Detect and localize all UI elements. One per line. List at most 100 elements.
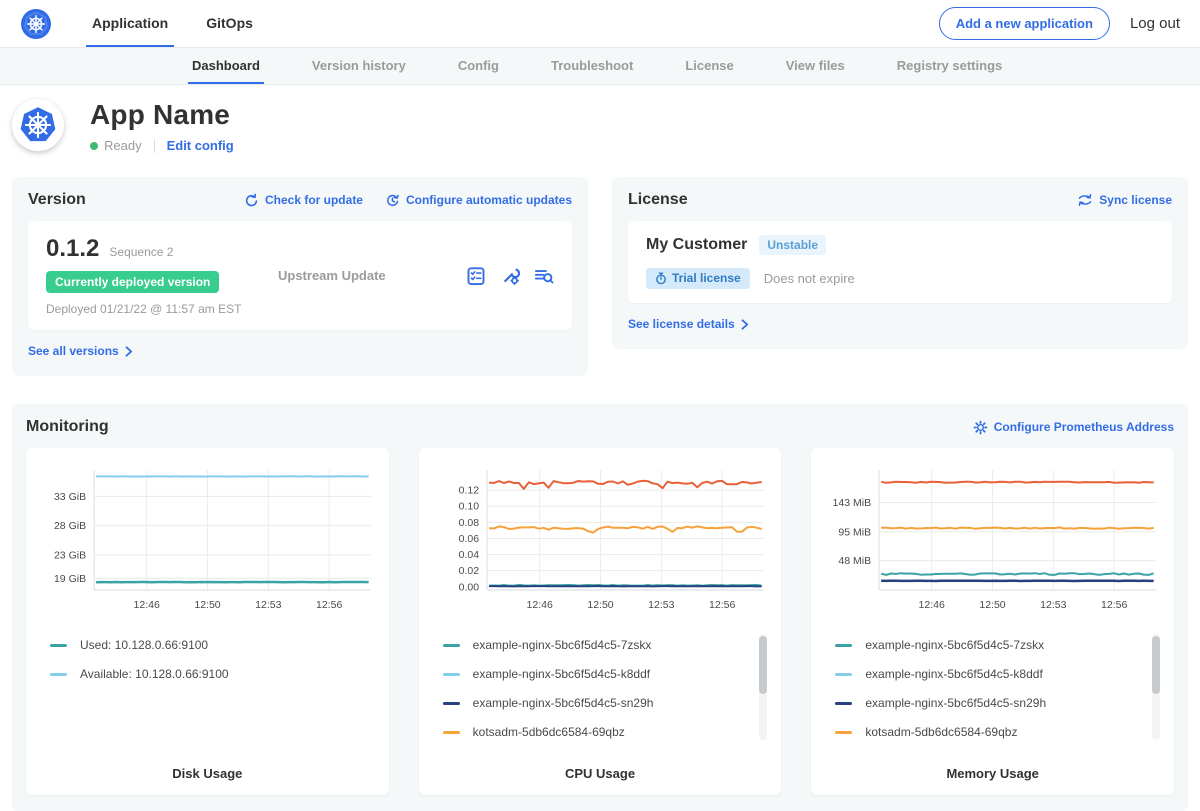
app-header: App Name Ready Edit config	[0, 85, 1200, 177]
legend-scrollbar-thumb[interactable]	[759, 636, 767, 694]
ready-status-dot	[90, 142, 98, 150]
legend-series-dash	[443, 673, 460, 676]
memory-usage-title: Memory Usage	[823, 766, 1162, 781]
subnav-tab-registry-settings[interactable]: Registry settings	[893, 48, 1006, 84]
svg-text:0.12: 0.12	[458, 485, 479, 497]
svg-text:0.00: 0.00	[458, 581, 479, 593]
license-card-title: License	[628, 191, 688, 209]
current-version-panel: 0.1.2 Sequence 2 Currently deployed vers…	[28, 221, 572, 330]
svg-text:12:53: 12:53	[648, 599, 674, 611]
monitoring-card: Monitoring Configure Prometheus Address …	[12, 404, 1188, 811]
logout-button[interactable]: Log out	[1130, 15, 1180, 32]
legend-series-label: example-nginx-5bc6f5d4c5-sn29h	[473, 696, 654, 710]
subnav-tab-troubleshoot[interactable]: Troubleshoot	[547, 48, 637, 84]
license-panel: My Customer Unstable Trial license Does …	[628, 221, 1172, 303]
svg-text:12:46: 12:46	[134, 599, 160, 611]
disk-usage-chart: 19 GiB23 GiB28 GiB33 GiB12:4612:5012:531…	[38, 462, 377, 620]
disk-usage-panel: 19 GiB23 GiB28 GiB33 GiB12:4612:5012:531…	[26, 448, 389, 795]
svg-text:0.04: 0.04	[458, 549, 479, 561]
legend-series-dash	[835, 702, 852, 705]
chevron-right-icon	[741, 319, 749, 330]
see-license-details-link[interactable]: See license details	[628, 317, 749, 331]
view-files-diff-icon[interactable]	[534, 266, 554, 286]
subnav-tab-dashboard[interactable]: Dashboard	[188, 48, 264, 84]
top-tab-application[interactable]: Application	[86, 0, 174, 47]
cpu-usage-chart: 0.000.020.040.060.080.100.1212:4612:5012…	[431, 462, 770, 620]
topnav-right: Add a new application Log out	[939, 0, 1180, 47]
legend-series-label: kotsadm-5db6dc6584-69qbz	[865, 725, 1017, 739]
legend-series-label: kotsadm-5db6dc6584-69qbz	[473, 725, 625, 739]
svg-text:0.08: 0.08	[458, 517, 479, 529]
summary-cards-row: Version Check for update	[0, 177, 1200, 376]
sync-license-link[interactable]: Sync license	[1077, 193, 1172, 207]
see-all-versions-link[interactable]: See all versions	[28, 344, 133, 358]
svg-text:0.02: 0.02	[458, 565, 479, 577]
legend-item: Used: 10.128.0.66:9100	[50, 638, 357, 652]
svg-text:12:50: 12:50	[194, 599, 220, 611]
svg-text:12:46: 12:46	[919, 599, 945, 611]
subnav-tab-view-files[interactable]: View files	[782, 48, 849, 84]
legend-series-dash	[50, 644, 67, 647]
chevron-right-icon	[125, 346, 133, 357]
legend-series-label: Available: 10.128.0.66:9100	[80, 667, 229, 681]
config-wrench-icon[interactable]	[500, 266, 520, 286]
svg-text:12:53: 12:53	[255, 599, 281, 611]
legend-item: example-nginx-5bc6f5d4c5-sn29h	[835, 696, 1142, 710]
svg-text:12:56: 12:56	[1101, 599, 1127, 611]
legend-series-dash	[443, 702, 460, 705]
subnav-tab-config[interactable]: Config	[454, 48, 503, 84]
svg-text:23 GiB: 23 GiB	[54, 549, 86, 561]
monitoring-title: Monitoring	[26, 418, 109, 436]
legend-series-dash	[835, 644, 852, 647]
svg-text:33 GiB: 33 GiB	[54, 491, 86, 503]
subnav-tab-version-history[interactable]: Version history	[308, 48, 410, 84]
legend-series-label: Used: 10.128.0.66:9100	[80, 638, 208, 652]
legend-scrollbar-thumb[interactable]	[1152, 636, 1160, 694]
legend-series-label: example-nginx-5bc6f5d4c5-7zskx	[865, 638, 1044, 652]
svg-text:12:53: 12:53	[1041, 599, 1067, 611]
legend-item: example-nginx-5bc6f5d4c5-7zskx	[443, 638, 750, 652]
edit-config-link[interactable]: Edit config	[167, 138, 234, 153]
license-expiry: Does not expire	[764, 271, 855, 286]
check-for-update-link[interactable]: Check for update	[244, 193, 363, 208]
legend-item: example-nginx-5bc6f5d4c5-7zskx	[835, 638, 1142, 652]
subnav-tab-license[interactable]: License	[681, 48, 737, 84]
svg-text:48 MiB: 48 MiB	[839, 555, 872, 567]
memory-usage-legend: example-nginx-5bc6f5d4c5-7zskx example-ng…	[823, 634, 1162, 752]
configure-prometheus-link[interactable]: Configure Prometheus Address	[973, 420, 1174, 435]
top-navbar: Application GitOps Add a new application…	[0, 0, 1200, 48]
svg-text:0.10: 0.10	[458, 501, 479, 513]
legend-series-dash	[50, 673, 67, 676]
legend-item: kotsadm-5db6dc6584-69qbz	[835, 725, 1142, 739]
svg-text:19 GiB: 19 GiB	[54, 573, 86, 585]
memory-usage-chart: 48 MiB95 MiB143 MiB12:4612:5012:5312:56	[823, 462, 1162, 620]
svg-text:12:50: 12:50	[587, 599, 613, 611]
legend-series-dash	[835, 731, 852, 734]
legend-series-label: example-nginx-5bc6f5d4c5-k8ddf	[473, 667, 650, 681]
version-card: Version Check for update	[12, 177, 588, 376]
disk-usage-legend: Used: 10.128.0.66:9100 Available: 10.128.…	[38, 634, 377, 752]
svg-text:12:46: 12:46	[526, 599, 552, 611]
svg-text:12:56: 12:56	[316, 599, 342, 611]
svg-text:12:50: 12:50	[980, 599, 1006, 611]
legend-series-dash	[443, 644, 460, 647]
top-tab-gitops[interactable]: GitOps	[200, 0, 259, 47]
legend-item: Available: 10.128.0.66:9100	[50, 667, 357, 681]
gear-icon	[973, 420, 988, 435]
preflight-checks-icon[interactable]	[466, 266, 486, 286]
version-number: 0.1.2	[46, 235, 99, 263]
app-name: App Name	[90, 99, 234, 131]
stopwatch-icon	[655, 272, 667, 285]
version-sequence: Sequence 2	[109, 245, 173, 259]
legend-series-label: example-nginx-5bc6f5d4c5-k8ddf	[865, 667, 1042, 681]
license-card: License Sync license My Customer Unstabl…	[612, 177, 1188, 349]
legend-item: kotsadm-5db6dc6584-69qbz	[443, 725, 750, 739]
deployed-timestamp: Deployed 01/21/22 @ 11:57 am EST	[46, 302, 278, 316]
sync-arrows-icon	[1077, 193, 1093, 207]
configure-automatic-updates-link[interactable]: Configure automatic updates	[385, 193, 572, 208]
refresh-icon	[244, 193, 259, 208]
kubernetes-logo	[20, 0, 52, 47]
legend-series-dash	[443, 731, 460, 734]
version-source-label: Upstream Update	[278, 268, 466, 283]
add-application-button[interactable]: Add a new application	[939, 7, 1110, 40]
